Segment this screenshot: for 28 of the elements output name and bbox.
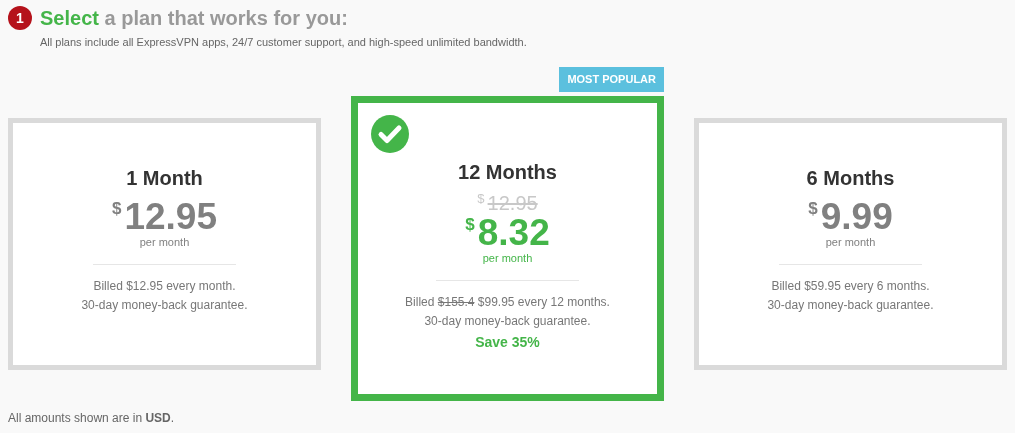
- currency-symbol: $: [808, 200, 818, 218]
- plan-card[interactable]: 1 Month $12.95 per month Billed $12.95 every month. 30-day money-back guarantee.: [8, 118, 321, 370]
- billing-text: Billed $12.95 every month.: [93, 278, 236, 295]
- section-title: Select a plan that works for you:: [40, 6, 348, 30]
- step-number: 1: [8, 6, 32, 30]
- plan-title: 12 Months: [458, 160, 557, 184]
- currency-symbol: $: [465, 216, 475, 234]
- savings-text: Save 35%: [475, 333, 540, 352]
- billing-text: Billed $155.4 $99.95 every 12 months.: [405, 294, 610, 311]
- guarantee-text: 30-day money-back guarantee.: [81, 297, 248, 314]
- plan-card[interactable]: 6 Months $9.99 per month Billed $59.95 every 6 months. 30-day money-back guarantee.: [694, 118, 1007, 370]
- guarantee-text: 30-day money-back guarantee.: [767, 297, 934, 314]
- guarantee-text: 30-day money-back guarantee.: [424, 313, 591, 330]
- plan-title: 1 Month: [126, 166, 203, 190]
- currency-symbol: $: [111, 200, 122, 218]
- billing-text: Billed $59.95 every 6 months.: [771, 278, 930, 295]
- price-period: per month: [482, 252, 533, 265]
- price: 8.32: [477, 214, 550, 252]
- checkmark-icon: [371, 115, 409, 153]
- currency-note: All amounts shown are in USD.: [8, 410, 175, 427]
- price-period: per month: [825, 236, 876, 249]
- price: 12.95: [124, 198, 218, 236]
- old-currency: $: [477, 192, 485, 206]
- price-period: per month: [139, 236, 190, 249]
- most-popular-badge: MOST POPULAR: [559, 67, 664, 92]
- plan-title: 6 Months: [806, 166, 895, 190]
- price: 9.99: [820, 198, 893, 236]
- plans-description: All plans include all ExpressVPN apps, 24/7 customer support, and high-speed unlimited bandwidth.: [39, 35, 528, 49]
